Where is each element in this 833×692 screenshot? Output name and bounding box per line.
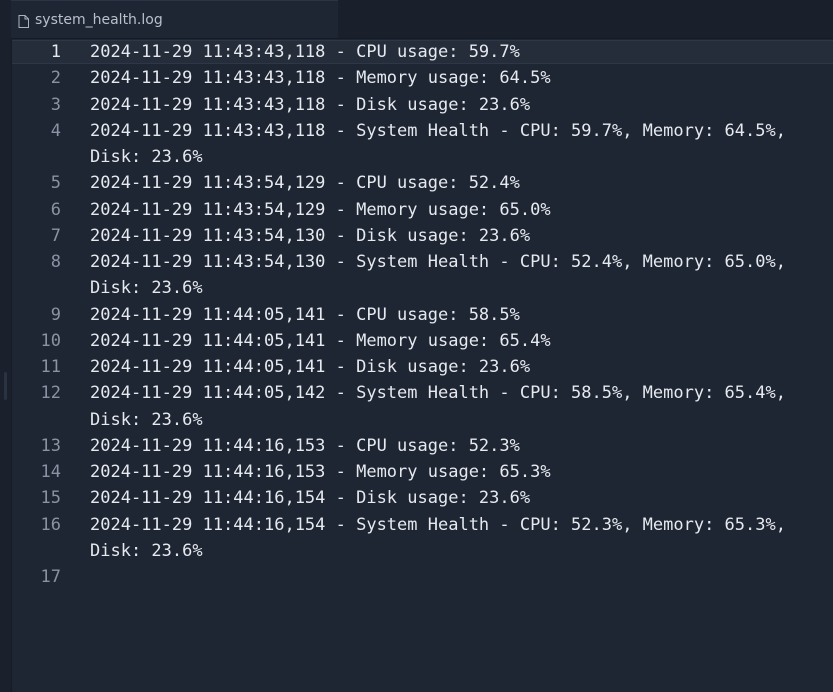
line-text[interactable]: 2024-11-29 11:43:43,118 - Disk usage: 23…	[90, 92, 815, 118]
code-line[interactable]: 4 2024-11-29 11:43:43,118 - System Health…	[12, 118, 833, 171]
line-text[interactable]: 2024-11-29 11:44:16,153 - CPU usage: 52.…	[90, 433, 815, 459]
line-number: 3	[50, 94, 61, 115]
line-text[interactable]: 2024-11-29 11:43:43,118 - CPU usage: 59.…	[90, 39, 815, 65]
line-number: 4	[50, 120, 61, 141]
line-text[interactable]: 2024-11-29 11:43:54,130 - Disk usage: 23…	[90, 223, 815, 249]
line-number: 16	[40, 514, 61, 535]
code-line[interactable]: 17	[12, 564, 833, 590]
line-number: 8	[50, 252, 61, 272]
tab-system-health-log[interactable]: system_health.log	[11, 0, 338, 38]
activity-strip	[0, 0, 12, 692]
line-number: 12	[40, 383, 61, 404]
code-line[interactable]: 2 2024-11-29 11:43:43,118 - Memory usage:…	[12, 65, 833, 91]
line-number: 1	[50, 42, 61, 62]
editor-window: system_health.log 1 2024-11-29 11:43:43,1…	[0, 0, 833, 692]
line-number: 17	[40, 567, 61, 587]
line-text[interactable]: 2024-11-29 11:43:54,129 - Memory usage: …	[90, 197, 815, 223]
resize-handle[interactable]	[4, 372, 7, 400]
code-line[interactable]: 15 2024-11-29 11:44:16,154 - Disk usage: …	[12, 485, 833, 511]
code-line[interactable]: 6 2024-11-29 11:43:54,129 - Memory usage:…	[12, 197, 833, 223]
line-text[interactable]: 2024-11-29 11:44:05,141 - Disk usage: 23…	[90, 354, 815, 380]
line-text[interactable]: 2024-11-29 11:43:43,118 - Memory usage: …	[90, 65, 815, 91]
code-line[interactable]: 12 2024-11-29 11:44:05,142 - System Healt…	[12, 380, 833, 433]
line-number: 14	[40, 462, 61, 482]
line-text[interactable]: 2024-11-29 11:44:05,141 - Memory usage: …	[90, 328, 815, 354]
code-line[interactable]: 14 2024-11-29 11:44:16,153 - Memory usage…	[12, 459, 833, 485]
code-line[interactable]: 11 2024-11-29 11:44:05,141 - Disk usage: …	[12, 354, 833, 380]
code-line[interactable]: 9 2024-11-29 11:44:05,141 - CPU usage: 58…	[12, 302, 833, 328]
code-line[interactable]: 1 2024-11-29 11:43:43,118 - CPU usage: 59…	[12, 39, 833, 65]
line-number: 15	[40, 488, 61, 509]
line-text[interactable]: 2024-11-29 11:44:16,153 - Memory usage: …	[90, 459, 815, 485]
line-text[interactable]: 2024-11-29 11:43:54,129 - CPU usage: 52.…	[90, 170, 815, 196]
code-line[interactable]: 5 2024-11-29 11:43:54,129 - CPU usage: 52…	[12, 170, 833, 196]
line-text[interactable]: 2024-11-29 11:43:43,118 - System Health …	[90, 118, 815, 171]
code-line[interactable]: 10 2024-11-29 11:44:05,141 - Memory usage…	[12, 328, 833, 354]
code-editor[interactable]: 1 2024-11-29 11:43:43,118 - CPU usage: 59…	[12, 39, 833, 692]
code-line[interactable]: 7 2024-11-29 11:43:54,130 - Disk usage: 2…	[12, 223, 833, 249]
line-number: 6	[50, 199, 61, 220]
line-number: 9	[50, 304, 61, 325]
tab-title: system_health.log	[35, 11, 163, 28]
code-line[interactable]: 3 2024-11-29 11:43:43,118 - Disk usage: 2…	[12, 92, 833, 118]
line-text[interactable]: 2024-11-29 11:44:16,154 - System Health …	[90, 512, 815, 565]
file-icon	[18, 13, 29, 28]
code-line[interactable]: 8 2024-11-29 11:43:54,130 - System Health…	[12, 249, 833, 302]
code-line[interactable]: 13 2024-11-29 11:44:16,153 - CPU usage: 5…	[12, 433, 833, 459]
line-text[interactable]	[90, 564, 815, 590]
line-text[interactable]: 2024-11-29 11:43:54,130 - System Health …	[90, 249, 815, 302]
line-number: 11	[40, 357, 61, 377]
line-number: 5	[50, 173, 61, 194]
line-text[interactable]: 2024-11-29 11:44:16,154 - Disk usage: 23…	[90, 485, 815, 511]
line-number: 7	[50, 225, 61, 246]
line-text[interactable]: 2024-11-29 11:44:05,141 - CPU usage: 58.…	[90, 302, 815, 328]
code-line[interactable]: 16 2024-11-29 11:44:16,154 - System Healt…	[12, 512, 833, 565]
line-number: 2	[50, 68, 61, 89]
tab-bar: system_health.log	[11, 0, 833, 39]
line-number: 13	[40, 435, 61, 456]
line-number: 10	[40, 330, 61, 351]
line-text[interactable]: 2024-11-29 11:44:05,142 - System Health …	[90, 380, 815, 433]
